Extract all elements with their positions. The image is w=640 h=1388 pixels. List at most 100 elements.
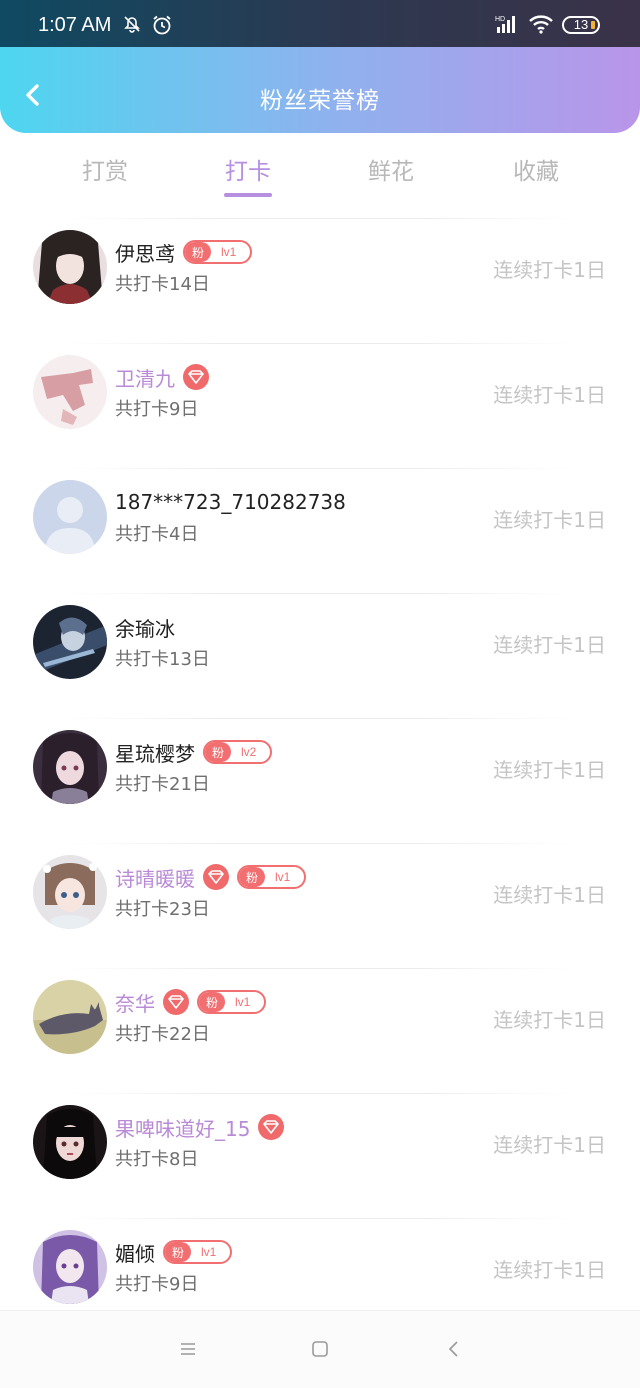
name-line: 卫清九 — [115, 363, 209, 391]
user-name[interactable]: 诗晴暖暖 — [115, 863, 195, 892]
fan-level-badge: 粉 lv2 — [203, 740, 273, 764]
page-title: 粉丝荣誉榜 — [260, 88, 380, 114]
fan-badge-level: lv1 — [221, 245, 237, 259]
user-name[interactable]: 卫清九 — [115, 363, 175, 392]
diamond-vip-icon — [183, 364, 209, 390]
fan-level-badge: 粉 lv1 — [237, 865, 307, 889]
home-icon — [312, 1341, 328, 1357]
avatar[interactable] — [33, 730, 107, 804]
streak-days: 连续打卡1日 — [493, 1258, 606, 1282]
streak-days: 连续打卡1日 — [493, 883, 606, 907]
name-line: 果啤味道好_15 — [115, 1113, 285, 1142]
name-line: 奈华 粉 lv1 — [115, 988, 267, 1017]
avatar[interactable] — [33, 605, 107, 679]
streak-days: 连续打卡1日 — [493, 1008, 606, 1032]
wifi-icon — [528, 14, 554, 34]
list-item[interactable]: 果啤味道好_15 共打卡8日 连续打卡1日 — [0, 1093, 640, 1218]
total-checkin-days: 共打卡13日 — [115, 649, 210, 670]
signal-icon: HD — [495, 13, 519, 35]
total-checkin-days: 共打卡9日 — [115, 399, 199, 420]
streak-days: 连续打卡1日 — [493, 508, 606, 532]
tab-favorites[interactable]: 收藏 — [486, 152, 586, 186]
total-checkin-days: 共打卡22日 — [115, 1024, 210, 1045]
fan-badge-level: lv1 — [235, 995, 251, 1009]
name-line: 余瑜冰 — [115, 613, 175, 641]
total-checkin-days: 共打卡14日 — [115, 274, 210, 295]
total-checkin-days: 共打卡23日 — [115, 899, 210, 920]
fan-badge-label: 粉 — [199, 992, 226, 1012]
streak-days: 连续打卡1日 — [493, 258, 606, 282]
divider — [70, 343, 570, 344]
tab-tip[interactable]: 打赏 — [55, 152, 155, 186]
fan-badge-label: 粉 — [165, 1242, 192, 1262]
user-name[interactable]: 伊思鸢 — [115, 238, 175, 267]
home-button[interactable] — [308, 1337, 332, 1361]
network-badge: HD — [495, 16, 505, 23]
list-item[interactable]: 187***723_710282738 共打卡4日 连续打卡1日 — [0, 468, 640, 593]
name-line: 星琉樱梦 粉 lv2 — [115, 738, 273, 767]
fan-badge-level: lv1 — [201, 1245, 217, 1259]
bell-muted-icon — [122, 14, 142, 39]
fan-level-badge: 粉 lv1 — [197, 990, 267, 1014]
divider — [70, 968, 570, 969]
user-name[interactable]: 星琉樱梦 — [115, 738, 195, 767]
list-item[interactable]: 诗晴暖暖 粉 lv1 共打卡23日 连续打卡1日 — [0, 843, 640, 968]
avatar[interactable] — [33, 1105, 107, 1179]
divider — [70, 468, 570, 469]
user-name[interactable]: 果啤味道好_15 — [115, 1113, 250, 1142]
streak-days: 连续打卡1日 — [493, 633, 606, 657]
streak-days: 连续打卡1日 — [493, 383, 606, 407]
fan-badge-label: 粉 — [239, 867, 266, 887]
user-name[interactable]: 奈华 — [115, 988, 155, 1017]
name-line: 诗晴暖暖 粉 lv1 — [115, 863, 307, 892]
active-tab-indicator — [224, 193, 272, 197]
user-name[interactable]: 媚倾 — [115, 1238, 155, 1267]
list-item[interactable]: 卫清九 共打卡9日 连续打卡1日 — [0, 343, 640, 468]
streak-days: 连续打卡1日 — [493, 1133, 606, 1157]
divider — [70, 1218, 570, 1219]
name-line: 媚倾 粉 lv1 — [115, 1238, 233, 1267]
list-item[interactable]: 余瑜冰 共打卡13日 连续打卡1日 — [0, 593, 640, 718]
tab-flowers[interactable]: 鲜花 — [341, 152, 441, 186]
avatar[interactable] — [33, 1230, 107, 1304]
total-checkin-days: 共打卡21日 — [115, 774, 210, 795]
divider — [70, 1093, 570, 1094]
user-name[interactable]: 余瑜冰 — [115, 613, 175, 642]
tab-bar: 打赏 打卡 鲜花 收藏 — [0, 145, 640, 205]
avatar[interactable] — [33, 855, 107, 929]
list-item[interactable]: 星琉樱梦 粉 lv2 共打卡21日 连续打卡1日 — [0, 718, 640, 843]
diamond-vip-icon — [163, 989, 189, 1015]
status-bar: 1:07 AM HD 13 — [0, 0, 640, 47]
name-line: 伊思鸢 粉 lv1 — [115, 238, 253, 267]
menu-icon — [181, 1343, 195, 1355]
diamond-vip-icon — [203, 864, 229, 890]
tab-checkin[interactable]: 打卡 — [198, 152, 298, 186]
name-line: 187***723_710282738 — [115, 488, 346, 516]
fan-badge-label: 粉 — [185, 242, 212, 262]
list-item[interactable]: 伊思鸢 粉 lv1 共打卡14日 连续打卡1日 — [0, 218, 640, 343]
divider — [70, 593, 570, 594]
avatar[interactable] — [33, 480, 107, 554]
streak-days: 连续打卡1日 — [493, 758, 606, 782]
divider — [70, 718, 570, 719]
diamond-vip-icon — [258, 1114, 285, 1140]
header-bar: 1:07 AM HD 13 粉丝荣誉榜 — [0, 0, 640, 133]
fan-level-badge: 粉 lv1 — [183, 240, 253, 264]
total-checkin-days: 共打卡9日 — [115, 1274, 199, 1295]
fan-badge-level: lv1 — [275, 870, 291, 884]
fan-badge-level: lv2 — [241, 745, 257, 759]
divider — [70, 218, 570, 219]
user-name[interactable]: 187***723_710282738 — [115, 490, 346, 514]
menu-button[interactable] — [176, 1337, 200, 1361]
avatar[interactable] — [33, 355, 107, 429]
battery-icon: 13 — [562, 16, 600, 34]
total-checkin-days: 共打卡4日 — [115, 524, 199, 545]
divider — [70, 843, 570, 844]
avatar[interactable] — [33, 980, 107, 1054]
avatar[interactable] — [33, 230, 107, 304]
system-back-button[interactable] — [442, 1337, 466, 1361]
list-item[interactable]: 奈华 粉 lv1 共打卡22日 连续打卡1日 — [0, 968, 640, 1093]
fan-badge-label: 粉 — [205, 742, 232, 762]
back-icon — [448, 1341, 458, 1357]
status-time: 1:07 AM — [38, 14, 112, 36]
